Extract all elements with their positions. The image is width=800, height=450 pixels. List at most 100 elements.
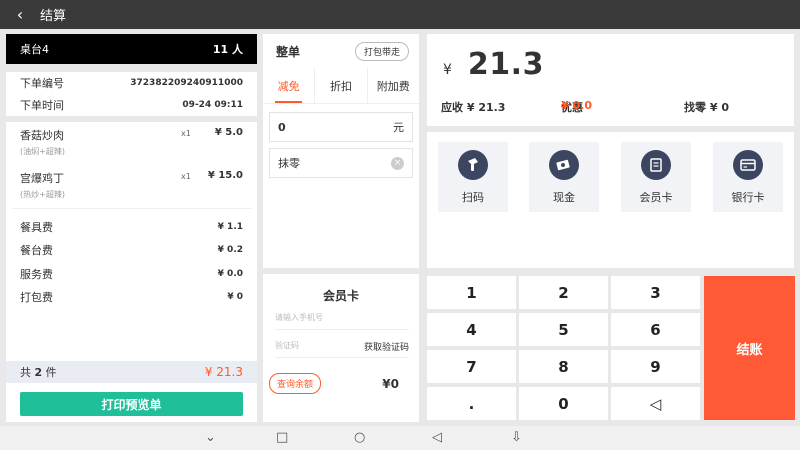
pay-scan-button[interactable]: 扫码: [438, 142, 508, 212]
key-dot[interactable]: .: [427, 387, 516, 420]
fee-label: 餐台费: [20, 244, 53, 258]
number-keypad: 1 2 3 4 5 6 7 8 9 . 0 ◁: [427, 274, 703, 422]
currency-symbol: ¥: [443, 62, 452, 78]
total-bar: 共 2 件 ¥ 21.3: [6, 361, 257, 383]
takeaway-button[interactable]: 打包带走: [354, 41, 409, 61]
balance-value: ¥0: [382, 376, 399, 391]
key-5[interactable]: 5: [519, 313, 608, 346]
fee-label: 打包费: [20, 291, 53, 305]
bank-card-icon: [733, 149, 763, 180]
verification-code-input[interactable]: 验证码: [275, 340, 299, 357]
item-name: 香菇炒肉: [20, 129, 64, 142]
member-card-panel: 会员卡 请输入手机号 验证码 获取验证码 查询余额 ¥0: [263, 274, 419, 422]
square-icon[interactable]: □: [276, 430, 288, 445]
discount-panel: 整单 打包带走 减免 折扣 附加费 0 元 抹零 ×: [263, 34, 419, 268]
round-off-label: 抹零: [278, 157, 300, 170]
home-circle-icon[interactable]: ○: [354, 430, 365, 445]
page-title: 结算: [40, 9, 67, 24]
discount-summary-value: ¥ 0.0: [561, 99, 592, 112]
round-off-field[interactable]: 抹零 ×: [269, 148, 413, 178]
reduction-amount-input[interactable]: 0 元: [269, 112, 413, 142]
print-preview-button[interactable]: 打印预览单: [20, 392, 243, 416]
key-6[interactable]: 6: [611, 313, 700, 346]
fee-label: 餐具费: [20, 220, 53, 234]
item-price: ¥ 5.0: [214, 127, 243, 138]
order-number-label: 下单编号: [20, 77, 64, 90]
key-9[interactable]: 9: [611, 350, 700, 383]
list-item[interactable]: 宫爆鸡丁 (热炒+超辣) x1 ¥ 15.0: [6, 165, 257, 208]
chevron-down-icon[interactable]: ⌄: [205, 430, 216, 445]
payable-amount: 21.3: [467, 47, 544, 82]
amount-summary: ¥ 21.3 应收 ¥ 21.3 优惠 ¥ 0.0 找零 ¥ 0: [427, 34, 794, 126]
key-1[interactable]: 1: [427, 276, 516, 309]
tab-reduction[interactable]: 减免: [263, 68, 316, 103]
total-count-value: 2: [34, 366, 43, 379]
total-prefix: 共: [20, 366, 31, 379]
scanner-icon: [458, 149, 488, 180]
back-icon[interactable]: ‹: [0, 5, 40, 24]
item-price: ¥ 15.0: [207, 170, 243, 181]
pay-member-card-button[interactable]: 会员卡: [621, 142, 691, 212]
pay-bank-card-button[interactable]: 银行卡: [713, 142, 783, 212]
fee-row: 餐具费 ¥ 1.1: [6, 215, 257, 239]
download-icon[interactable]: ⇩: [511, 430, 522, 445]
change-amount: 找零 ¥ 0: [684, 101, 729, 114]
cash-icon: [549, 149, 579, 180]
pay-method-label: 扫码: [462, 190, 484, 204]
backspace-icon[interactable]: ◁: [611, 387, 700, 420]
item-note: (油焖+超辣): [20, 147, 65, 156]
fee-value: ¥ 0.0: [217, 268, 243, 279]
total-suffix: 件: [45, 366, 57, 379]
key-7[interactable]: 7: [427, 350, 516, 383]
discount-tabs: 减免 折扣 附加费: [263, 68, 419, 104]
key-4[interactable]: 4: [427, 313, 516, 346]
order-time-label: 下单时间: [20, 99, 64, 112]
fee-value: ¥ 0.2: [217, 245, 243, 256]
order-number-row: 下单编号 372382209240911000: [6, 72, 257, 94]
fee-label: 服务费: [20, 267, 53, 281]
fee-value: ¥ 1.1: [217, 221, 243, 232]
amount-unit: 元: [393, 121, 404, 134]
check-balance-button[interactable]: 查询余额: [269, 373, 322, 394]
list-item[interactable]: 香菇炒肉 (油焖+超辣) x1 ¥ 5.0: [6, 122, 257, 165]
item-qty: x1: [181, 129, 191, 138]
key-0[interactable]: 0: [519, 387, 608, 420]
verification-code-row: 验证码 获取验证码: [275, 340, 409, 358]
table-header: 桌台4 11 人: [6, 34, 257, 64]
pay-method-label: 会员卡: [639, 190, 673, 204]
order-panel: 桌台4 11 人 下单编号 372382209240911000 下单时间 09…: [6, 34, 257, 422]
phone-input[interactable]: 请输入手机号: [275, 312, 409, 330]
order-time-row: 下单时间 09-24 09:11: [6, 94, 257, 116]
checkout-button[interactable]: 结账: [704, 276, 795, 420]
tab-discount[interactable]: 折扣: [315, 68, 368, 103]
fee-row: 服务费 ¥ 0.0: [6, 262, 257, 286]
table-name: 桌台4: [20, 43, 49, 56]
key-2[interactable]: 2: [519, 276, 608, 309]
key-8[interactable]: 8: [519, 350, 608, 383]
clear-icon[interactable]: ×: [391, 156, 404, 170]
fee-value: ¥ 0: [227, 292, 243, 303]
back-triangle-icon[interactable]: ◁: [432, 430, 442, 445]
payment-methods: 扫码 现金 会员卡 银行卡: [427, 132, 794, 268]
order-time-value: 09-24 09:11: [182, 100, 243, 110]
total-amount: ¥ 21.3: [204, 365, 243, 379]
discount-title: 整单: [276, 44, 301, 59]
pay-cash-button[interactable]: 现金: [529, 142, 599, 212]
member-card-title: 会员卡: [322, 289, 359, 303]
total-count: 共 2 件: [20, 364, 57, 380]
get-code-button[interactable]: 获取验证码: [364, 340, 409, 357]
tab-surcharge[interactable]: 附加费: [368, 68, 419, 103]
system-nav-bar: ⌄ □ ○ ◁ ⇩: [0, 426, 800, 450]
item-note: (热炒+超辣): [20, 190, 65, 199]
pay-method-label: 现金: [553, 190, 575, 204]
people-count: 11 人: [212, 43, 243, 56]
item-qty: x1: [181, 172, 191, 181]
fee-row: 打包费 ¥ 0: [6, 286, 257, 310]
top-bar: ‹ 结算: [0, 0, 800, 29]
key-3[interactable]: 3: [611, 276, 700, 309]
fee-row: 餐台费 ¥ 0.2: [6, 239, 257, 263]
receivable-amount: 应收 ¥ 21.3: [441, 101, 506, 114]
member-card-icon: [641, 149, 671, 180]
reduction-amount-value: 0: [278, 120, 286, 134]
pay-method-label: 银行卡: [731, 190, 765, 204]
